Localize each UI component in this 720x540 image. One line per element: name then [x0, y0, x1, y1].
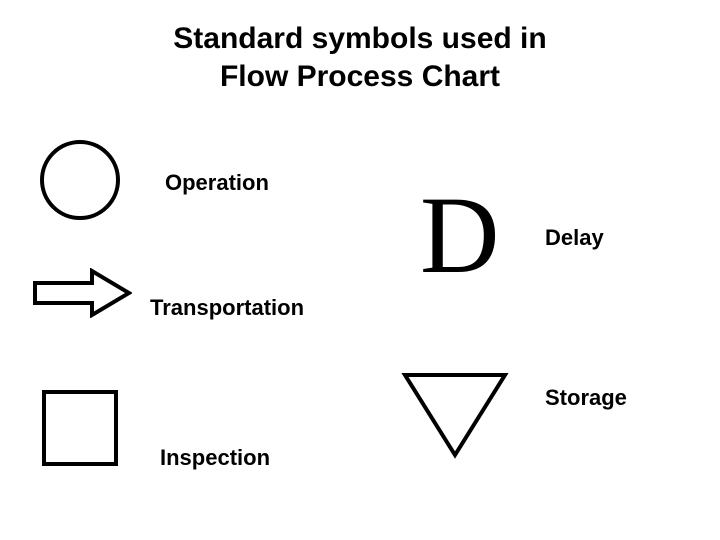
operation-label: Operation	[165, 170, 269, 196]
delay-label: Delay	[545, 225, 604, 251]
storage-triangle-icon	[400, 370, 510, 460]
page-title: Standard symbols used in Flow Process Ch…	[0, 20, 720, 95]
operation-circle-icon	[40, 140, 120, 220]
delay-d-icon: D	[420, 180, 499, 290]
transportation-label: Transportation	[150, 295, 304, 321]
transportation-arrow-icon	[32, 268, 132, 318]
storage-label: Storage	[545, 385, 627, 411]
title-line-2: Flow Process Chart	[220, 60, 500, 93]
inspection-label: Inspection	[160, 445, 270, 471]
title-line-1: Standard symbols used in	[173, 22, 546, 55]
inspection-square-icon	[42, 390, 118, 466]
